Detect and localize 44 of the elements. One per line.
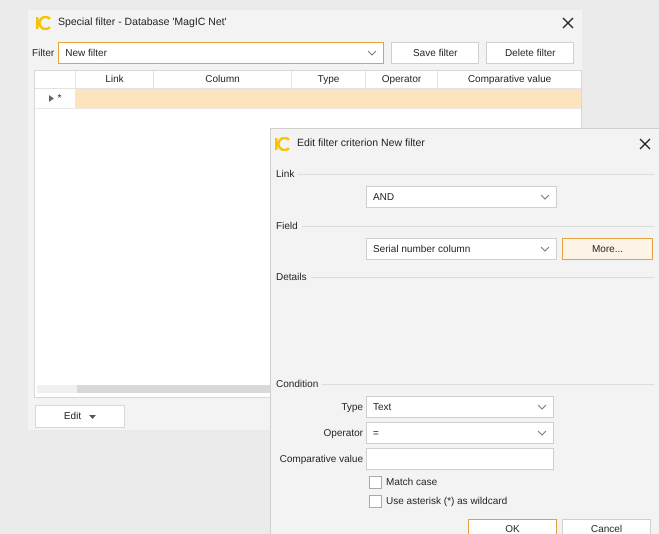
table-row[interactable]: * [35,89,581,109]
dropdown-field[interactable]: AND [366,186,557,208]
window-title: Special filter - Database 'MagIC Net' [58,15,228,30]
column-header[interactable]: Column [153,71,291,88]
section-label: Condition [276,378,318,392]
chevron-down-icon [540,194,550,200]
dialog-title: Edit filter criterion New filter [297,136,426,152]
dropdown-field[interactable]: Text [366,396,554,418]
row-indicator: * [58,92,62,106]
column-header[interactable]: Type [291,71,365,88]
logo-icon [275,137,291,151]
chevron-down-icon [367,50,378,56]
checkbox-label: Use asterisk (*) as wildcard [386,495,508,509]
dialog-button[interactable]: OK [468,519,557,534]
dropdown-field[interactable]: = [366,422,554,444]
field-label: Type [340,400,363,414]
close-icon[interactable] [639,138,651,150]
filter-label: Filter [32,46,54,60]
column-header[interactable]: Comparative value [437,71,581,88]
chevron-down-icon [537,404,547,410]
column-header[interactable]: Link [75,71,153,88]
row-pointer-icon [48,95,54,102]
close-icon[interactable] [562,17,574,29]
chevron-down-icon [537,430,547,436]
toolbar-button[interactable]: Delete filter [486,42,574,64]
field-label: Comparative value [278,452,363,466]
dialog-button[interactable]: Cancel [562,519,651,534]
column-header[interactable]: Operator [365,71,437,88]
field-label: Operator [322,426,363,440]
chevron-down-icon [540,246,550,252]
toolbar-button[interactable]: Save filter [391,42,480,64]
caret-icon [89,414,96,418]
checkbox[interactable] [369,495,382,508]
dropdown-field[interactable]: Serial number column [366,238,557,260]
input-field[interactable] [366,448,554,470]
more-button[interactable]: More... [562,238,653,260]
checkbox-label: Match case [386,476,438,490]
checkbox[interactable] [369,476,382,489]
edit-button[interactable]: Edit [35,405,125,428]
logo-icon [36,16,52,30]
section-label: Link [276,168,294,182]
section-label: Details [276,271,307,285]
dropdown-field[interactable]: New filter [58,42,384,64]
section-label: Field [276,220,298,234]
